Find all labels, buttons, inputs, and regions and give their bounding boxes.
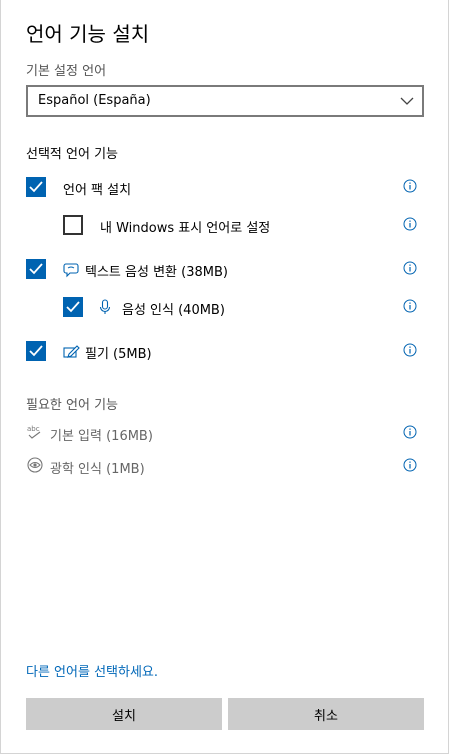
info-icon[interactable] [403,299,417,313]
abc-spellcheck-icon: abc [27,425,41,439]
language-pack-label: 언어 팩 설치 [63,183,132,198]
feature-set-display-language[interactable]: 내 Windows 표시 언어로 설정 [63,215,403,241]
preferred-language-value: Español (España) [38,93,151,108]
cancel-button[interactable]: 취소 [228,698,424,730]
ocr-label: 광학 인식 (1MB) [50,462,145,477]
feature-text-to-speech[interactable]: 텍스트 음성 변환 (38MB) [26,259,426,285]
choose-another-language-link[interactable]: 다른 언어를 선택하세요. [26,661,158,680]
info-icon[interactable] [403,458,417,472]
checkmark-icon [29,263,43,275]
text-to-speech-label: 텍스트 음성 변환 (38MB) [85,265,228,280]
microphone-icon [99,299,111,314]
required-features-heading: 필요한 언어 기능 [26,398,118,413]
set-display-language-checkbox[interactable] [63,215,83,235]
checkmark-icon [66,301,80,313]
info-icon[interactable] [403,425,417,439]
language-pack-checkbox[interactable] [26,177,46,197]
optional-features-heading: 선택적 언어 기능 [26,147,118,162]
svg-text:abc: abc [27,425,40,433]
checkmark-icon [29,181,43,193]
preferred-language-label: 기본 설정 언어 [26,64,107,79]
install-button[interactable]: 설치 [26,698,222,730]
dialog-title: 언어 기능 설치 [26,22,150,46]
handwriting-label: 필기 (5MB) [85,347,152,362]
chevron-down-icon [400,97,414,105]
feature-language-pack[interactable]: 언어 팩 설치 [26,177,426,203]
install-language-features-dialog: 언어 기능 설치 기본 설정 언어 Español (España) 선택적 언… [0,0,449,754]
info-icon[interactable] [403,261,417,275]
info-icon[interactable] [403,179,417,193]
speech-recognition-checkbox[interactable] [63,297,83,317]
required-feature-ocr: 광학 인식 (1MB) [26,456,386,482]
basic-typing-label: 기본 입력 (16MB) [50,429,153,444]
info-icon[interactable] [403,217,417,231]
info-icon[interactable] [403,343,417,357]
required-feature-basic-typing: abc 기본 입력 (16MB) [26,423,386,449]
speech-recognition-label: 음성 인식 (40MB) [122,303,225,318]
handwriting-checkbox[interactable] [26,341,46,361]
set-display-language-label: 내 Windows 표시 언어로 설정 [100,221,271,236]
speech-bubble-icon [63,263,79,278]
eye-scan-icon [27,457,43,473]
preferred-language-dropdown[interactable]: Español (España) [26,85,424,117]
text-to-speech-checkbox[interactable] [26,259,46,279]
feature-speech-recognition[interactable]: 음성 인식 (40MB) [63,297,403,323]
feature-handwriting[interactable]: 필기 (5MB) [26,341,426,367]
pen-icon [63,345,80,358]
checkmark-icon [29,345,43,357]
